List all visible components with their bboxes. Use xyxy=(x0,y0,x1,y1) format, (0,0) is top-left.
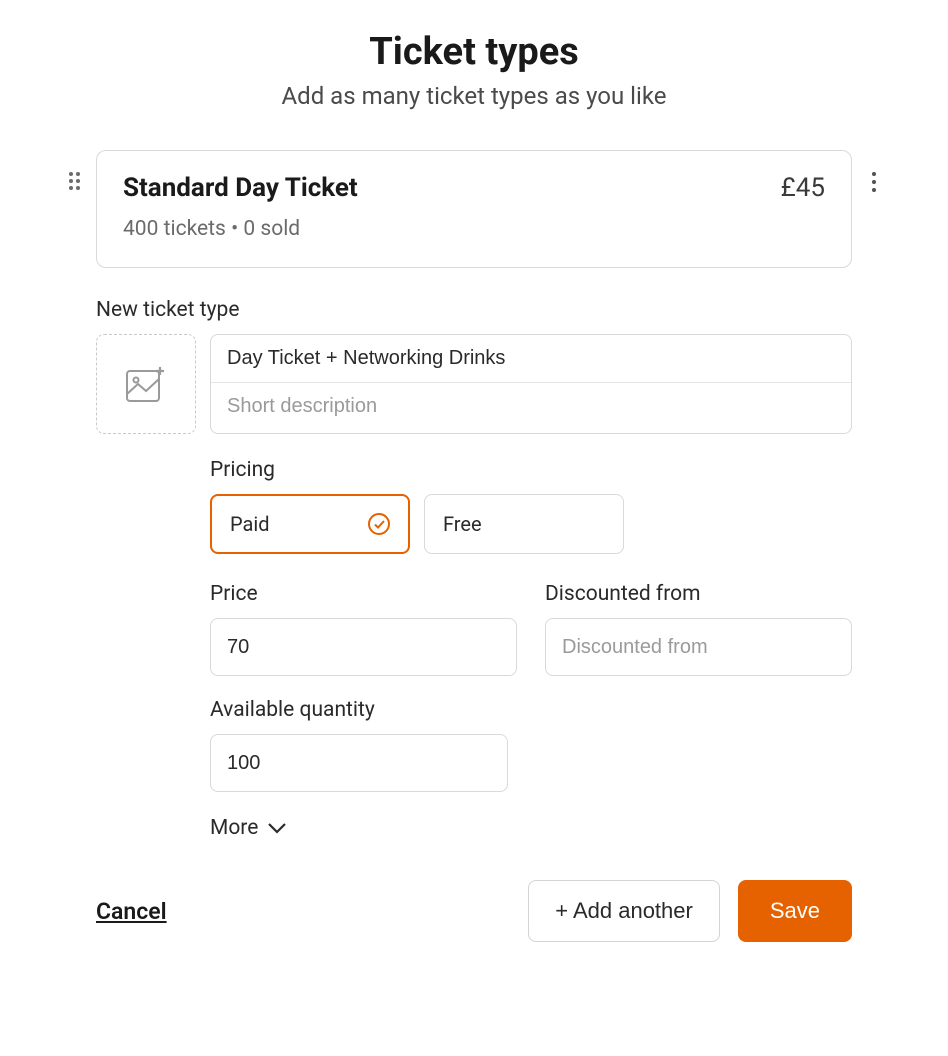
page-subtitle: Add as many ticket types as you like xyxy=(60,82,888,110)
ticket-name-input[interactable] xyxy=(211,335,851,382)
page-header: Ticket types Add as many ticket types as… xyxy=(60,30,888,110)
check-circle-icon xyxy=(368,513,390,535)
image-upload-icon xyxy=(126,366,166,402)
chevron-down-icon xyxy=(268,816,286,840)
price-input[interactable] xyxy=(210,618,517,676)
pricing-option-paid[interactable]: Paid xyxy=(210,494,410,554)
text-fields-group xyxy=(210,334,852,434)
pricing-option-free[interactable]: Free xyxy=(424,494,624,554)
more-toggle[interactable]: More xyxy=(210,816,852,840)
quantity-input[interactable] xyxy=(210,734,508,792)
discounted-input[interactable] xyxy=(545,618,852,676)
pricing-option-paid-label: Paid xyxy=(230,512,270,536)
pricing-options: Paid Free xyxy=(210,494,852,554)
more-label: More xyxy=(210,816,258,840)
ticket-description-input[interactable] xyxy=(211,383,851,430)
drag-handle-icon[interactable] xyxy=(60,150,88,190)
footer-actions: Cancel + Add another Save xyxy=(96,880,852,942)
existing-ticket-row: Standard Day Ticket £45 400 tickets • 0 … xyxy=(60,150,888,268)
quantity-label: Available quantity xyxy=(210,698,508,722)
new-ticket-section-label: New ticket type xyxy=(96,298,852,322)
cancel-button[interactable]: Cancel xyxy=(96,898,167,925)
ticket-price: £45 xyxy=(781,173,825,203)
pricing-label: Pricing xyxy=(210,458,852,482)
discounted-label: Discounted from xyxy=(545,582,852,606)
add-another-button[interactable]: + Add another xyxy=(528,880,720,942)
form-area: Pricing Paid Free Price Discounted from xyxy=(210,458,852,840)
ticket-stats: 400 tickets • 0 sold xyxy=(123,217,825,241)
ticket-card[interactable]: Standard Day Ticket £45 400 tickets • 0 … xyxy=(96,150,852,268)
kebab-menu-icon[interactable] xyxy=(860,150,888,192)
ticket-name: Standard Day Ticket xyxy=(123,173,358,203)
save-button[interactable]: Save xyxy=(738,880,852,942)
page-title: Ticket types xyxy=(60,30,888,74)
image-upload-button[interactable] xyxy=(96,334,196,434)
pricing-option-free-label: Free xyxy=(443,512,482,536)
price-label: Price xyxy=(210,582,517,606)
new-ticket-section: New ticket type Pricing Paid xyxy=(96,298,852,840)
